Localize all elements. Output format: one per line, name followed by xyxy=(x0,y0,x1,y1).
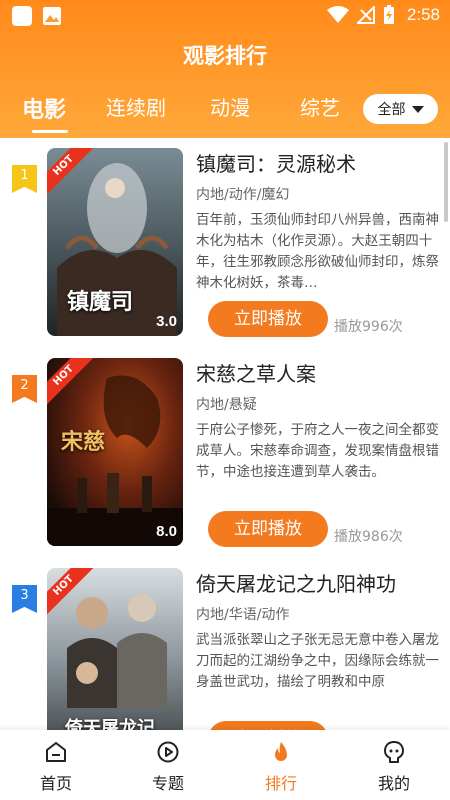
bottom-nav: 首页 专题 排行 我的 xyxy=(0,730,450,800)
play-count: 播放996次 xyxy=(334,319,403,335)
tab-anime[interactable]: 动漫 xyxy=(210,92,250,121)
poster-image[interactable]: HOT 镇魔司 3.0 xyxy=(47,148,183,336)
notification-app-icon xyxy=(12,6,32,26)
movie-description: 百年前，玉须仙师封印八州异兽，西南神木化为枯木（化作灵源）。大赵王朝四十年，往生… xyxy=(196,212,439,291)
signal-icon xyxy=(356,6,375,24)
filter-dropdown[interactable]: 全部 xyxy=(363,94,438,124)
flame-icon xyxy=(275,742,287,761)
nav-ranking[interactable]: 排行 xyxy=(225,730,337,800)
header: 2:58 观影排行 电影 连续剧 动漫 综艺 全部 xyxy=(0,0,450,138)
nav-profile[interactable]: 我的 xyxy=(338,730,450,800)
page-title: 观影排行 xyxy=(183,44,267,68)
play-count: 播放986次 xyxy=(334,529,403,545)
play-now-button[interactable]: 立即播放 xyxy=(208,301,328,337)
nav-home[interactable]: 首页 xyxy=(0,730,112,800)
rank-badge: 2 xyxy=(12,375,37,403)
poster-title-text: 镇魔司 xyxy=(67,289,134,315)
movie-title[interactable]: 镇魔司：灵源秘术 xyxy=(196,148,441,177)
movie-title[interactable]: 宋慈之草人案 xyxy=(196,358,441,387)
rank-badge: 3 xyxy=(12,585,37,613)
status-bar: 2:58 xyxy=(0,0,450,32)
tab-variety[interactable]: 综艺 xyxy=(300,92,340,121)
battery-icon xyxy=(383,5,394,24)
play-circle-icon xyxy=(157,741,179,763)
filter-label: 全部 xyxy=(377,102,406,118)
hot-ribbon: HOT xyxy=(47,148,99,200)
score: 8.0 xyxy=(156,523,177,540)
nav-topics[interactable]: 专题 xyxy=(112,730,224,800)
list-item[interactable]: 1 HOT 镇魔司 3.0 镇魔司：灵源秘术 内地/动作/魔幻 百年前，玉须仙师… xyxy=(0,138,450,348)
hot-ribbon: HOT xyxy=(47,358,99,410)
list-item[interactable]: 3 HOT 倚天屠龙记 倚天屠龙记之九阳神功 内地/华语/动作 武当派张翠山之子… xyxy=(0,558,450,730)
caret-down-icon xyxy=(411,105,424,113)
active-tab-indicator xyxy=(32,130,68,133)
status-time: 2:58 xyxy=(406,5,440,24)
movie-genre: 内地/动作/魔幻 xyxy=(196,187,290,203)
tab-movie[interactable]: 电影 xyxy=(22,92,66,124)
scrollbar-thumb[interactable] xyxy=(444,142,448,222)
nav-ranking-label: 排行 xyxy=(264,774,297,793)
nav-profile-label: 我的 xyxy=(377,774,410,793)
movie-genre: 内地/华语/动作 xyxy=(196,607,290,623)
poster-title-text: 倚天屠龙记 xyxy=(65,718,155,730)
movie-description: 武当派张翠山之子张无忌无意中卷入屠龙刀而起的江湖纷争之中，因缘际会练就一身盖世武… xyxy=(196,632,439,690)
movie-genre: 内地/悬疑 xyxy=(196,397,257,413)
nav-home-label: 首页 xyxy=(39,774,72,793)
score: 3.0 xyxy=(156,313,177,330)
rank-badge: 1 xyxy=(12,165,37,193)
movie-description: 于府公子惨死，于府之人一夜之间全都变成草人。宋慈奉命调查，发现案情盘根错节，中途… xyxy=(196,422,439,480)
poster-title-text: 宋慈 xyxy=(61,429,106,455)
movie-title[interactable]: 倚天屠龙记之九阳神功 xyxy=(196,568,441,597)
list-item[interactable]: 2 HOT 宋慈 8.0 宋慈之草人案 内地/悬疑 于府公子惨死，于府之人一夜之… xyxy=(0,348,450,558)
poster-image[interactable]: HOT 宋慈 8.0 xyxy=(47,358,183,546)
play-now-button[interactable]: 立即播放 xyxy=(208,721,328,730)
home-icon xyxy=(46,742,66,762)
play-now-button[interactable]: 立即播放 xyxy=(208,511,328,547)
gallery-icon xyxy=(43,7,61,25)
ranking-list[interactable]: 1 HOT 镇魔司 3.0 镇魔司：灵源秘术 内地/动作/魔幻 百年前，玉须仙师… xyxy=(0,138,450,730)
profile-icon xyxy=(384,741,404,763)
nav-topics-label: 专题 xyxy=(151,774,184,793)
wifi-icon xyxy=(326,6,349,23)
tab-series[interactable]: 连续剧 xyxy=(106,92,166,121)
poster-image[interactable]: HOT 倚天屠龙记 xyxy=(47,568,183,730)
hot-ribbon: HOT xyxy=(47,568,99,620)
